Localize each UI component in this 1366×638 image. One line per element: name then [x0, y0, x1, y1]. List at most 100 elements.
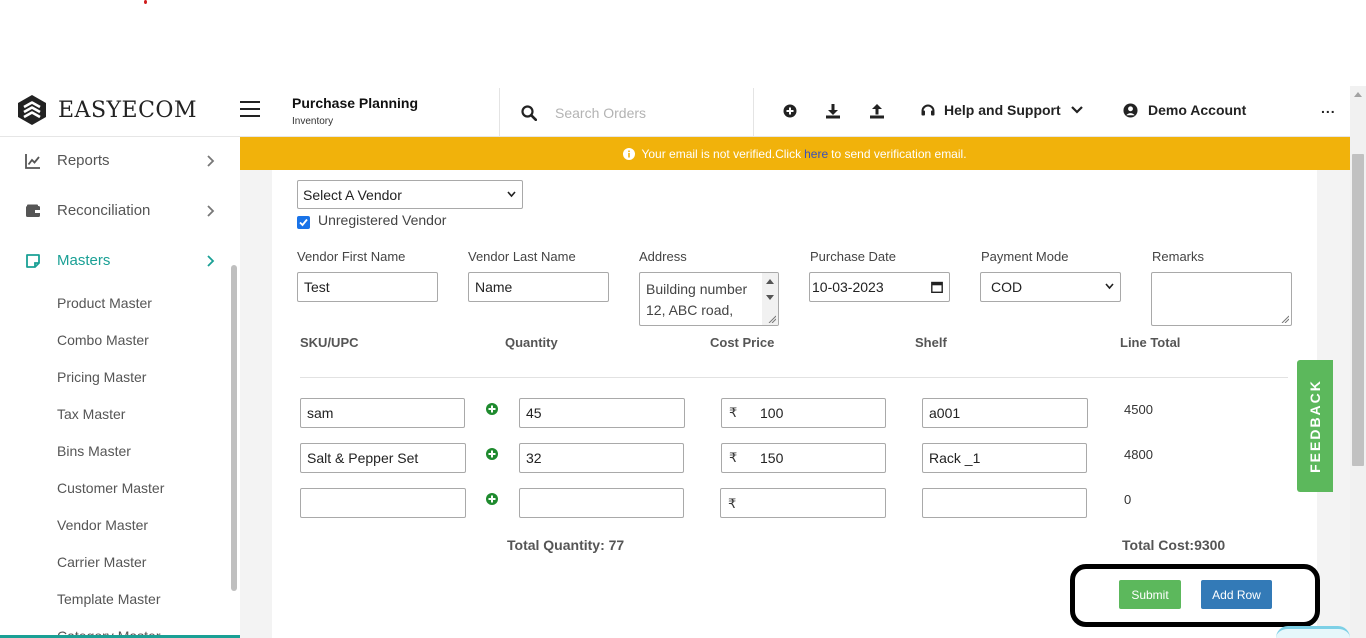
sku-input[interactable]: sam — [300, 398, 465, 428]
payment-mode-value: COD — [991, 279, 1023, 295]
submit-button[interactable]: Submit — [1119, 580, 1181, 609]
page-subtitle: Inventory — [292, 116, 334, 127]
address-textarea[interactable]: Building number 12, ABC road, — [639, 272, 779, 326]
top-blank-area — [0, 0, 1366, 86]
sidebar-scrollbar-thumb[interactable] — [231, 265, 237, 591]
page-scrollbar-thumb[interactable] — [1352, 154, 1364, 466]
vendor-select-value: Select A Vendor — [303, 186, 402, 203]
account-label: Demo Account — [1148, 102, 1247, 118]
sku-input[interactable] — [300, 488, 466, 518]
brand-logo[interactable]: EASYECOM — [16, 94, 197, 126]
sidebar-item-label: Reconciliation — [57, 202, 151, 219]
chart-line-icon — [25, 154, 40, 169]
scroll-up-arrow-icon[interactable] — [766, 279, 774, 284]
search-input[interactable] — [545, 101, 735, 125]
sidebar-subitem-pricing-master[interactable]: Pricing Master — [57, 369, 146, 385]
sidebar-subitem-customer-master[interactable]: Customer Master — [57, 480, 164, 496]
account-menu[interactable]: Demo Account — [1123, 102, 1246, 118]
scroll-up-arrow-icon[interactable] — [1354, 92, 1362, 97]
header-divider — [753, 88, 754, 136]
user-circle-icon — [1123, 102, 1138, 118]
shelf-input[interactable]: Rack _1 — [922, 443, 1087, 473]
first-name-input[interactable]: Test — [297, 272, 438, 302]
actions-highlight-box — [1070, 564, 1320, 627]
calendar-icon[interactable] — [931, 281, 943, 293]
column-header-line-total: Line Total — [1120, 335, 1181, 350]
chat-widget-edge[interactable] — [1276, 626, 1350, 638]
remarks-textarea[interactable] — [1151, 272, 1292, 326]
feedback-label: FEEDBACK — [1307, 379, 1323, 473]
banner-text: Your email is not verified.Click — [641, 146, 802, 161]
first-name-label: Vendor First Name — [297, 249, 406, 264]
add-circle-icon[interactable] — [782, 103, 798, 119]
download-icon[interactable] — [825, 103, 841, 119]
sidebar-subitem-carrier-master[interactable]: Carrier Master — [57, 554, 146, 570]
sidebar-item-label: Masters — [57, 252, 111, 269]
shelf-value: Rack _1 — [929, 450, 981, 466]
sidebar-item-masters[interactable]: Masters — [0, 246, 240, 276]
purchase-date-label: Purchase Date — [810, 249, 896, 264]
chevron-right-icon — [207, 205, 215, 217]
add-circle-icon[interactable] — [486, 403, 498, 415]
sidebar-item-reconciliation[interactable]: Reconciliation — [0, 196, 240, 226]
vendor-select[interactable]: Select A Vendor — [297, 180, 523, 209]
chevron-down-icon — [1070, 106, 1083, 114]
add-row-button[interactable]: Add Row — [1201, 580, 1272, 609]
chevron-down-icon — [507, 191, 516, 198]
unregistered-vendor-checkbox[interactable] — [297, 216, 310, 229]
first-name-value: Test — [304, 279, 330, 295]
chevron-right-icon — [207, 255, 215, 267]
payment-mode-select[interactable]: COD — [980, 272, 1121, 302]
wallet-icon — [26, 204, 40, 217]
last-name-input[interactable]: Name — [468, 272, 609, 302]
cost-price-input[interactable]: ₹ 150 — [721, 443, 886, 473]
add-circle-icon[interactable] — [486, 448, 498, 460]
shelf-input[interactable]: a001 — [922, 398, 1088, 428]
table-divider — [300, 377, 1288, 378]
sidebar-subitem-combo-master[interactable]: Combo Master — [57, 332, 149, 348]
upload-icon[interactable] — [869, 103, 885, 119]
quantity-input[interactable] — [519, 488, 684, 518]
cost-price-input[interactable]: ₹ — [720, 488, 886, 518]
last-name-label: Vendor Last Name — [468, 249, 576, 264]
purchase-date-input[interactable]: 10-03-2023 — [809, 272, 950, 302]
cost-price-input[interactable]: ₹ 100 — [721, 398, 886, 428]
add-circle-icon[interactable] — [486, 493, 498, 505]
column-header-quantity: Quantity — [505, 335, 558, 350]
feedback-tab[interactable]: FEEDBACK — [1297, 360, 1333, 492]
quantity-input[interactable]: 45 — [519, 398, 685, 428]
last-name-value: Name — [475, 279, 513, 295]
sidebar-subitem-vendor-master[interactable]: Vendor Master — [57, 517, 148, 533]
scroll-down-arrow-icon[interactable] — [766, 295, 774, 300]
page-scrollbar[interactable] — [1350, 86, 1366, 638]
verify-email-link[interactable]: here — [804, 147, 828, 161]
sidebar-item-reports[interactable]: Reports — [0, 146, 240, 176]
sku-value: Salt & Pepper Set — [307, 450, 419, 466]
currency-symbol: ₹ — [729, 405, 738, 420]
resize-handle-icon[interactable] — [1281, 315, 1289, 323]
help-support-menu[interactable]: Help and Support — [920, 102, 1091, 118]
quantity-input[interactable]: 32 — [519, 443, 684, 473]
shelf-value: a001 — [929, 405, 961, 421]
easyecom-logo-icon — [18, 95, 46, 125]
info-icon — [623, 147, 636, 160]
sidebar-subitem-tax-master[interactable]: Tax Master — [57, 406, 125, 422]
sku-input[interactable]: Salt & Pepper Set — [300, 443, 466, 473]
top-header: EASYECOM Purchase Planning Inventory Hel… — [0, 86, 1350, 137]
sidebar-subitem-template-master[interactable]: Template Master — [57, 591, 160, 607]
chevron-down-icon — [1105, 283, 1114, 290]
currency-symbol: ₹ — [728, 496, 737, 511]
shelf-input[interactable] — [922, 488, 1087, 518]
resize-handle-icon[interactable] — [768, 315, 776, 323]
email-verification-banner: Your email is not verified.Click here to… — [240, 137, 1350, 170]
page-title: Purchase Planning — [292, 95, 419, 111]
search-icon[interactable] — [521, 105, 537, 121]
line-total-value: 4500 — [1124, 402, 1153, 417]
more-options-icon[interactable]: ... — [1321, 100, 1336, 116]
payment-mode-label: Payment Mode — [981, 249, 1069, 264]
cost-price-value: 150 — [760, 450, 784, 466]
sidebar-subitem-bins-master[interactable]: Bins Master — [57, 443, 131, 459]
menu-toggle-icon[interactable] — [240, 101, 260, 117]
column-header-cost-price: Cost Price — [710, 335, 775, 350]
sidebar-subitem-product-master[interactable]: Product Master — [57, 295, 152, 311]
